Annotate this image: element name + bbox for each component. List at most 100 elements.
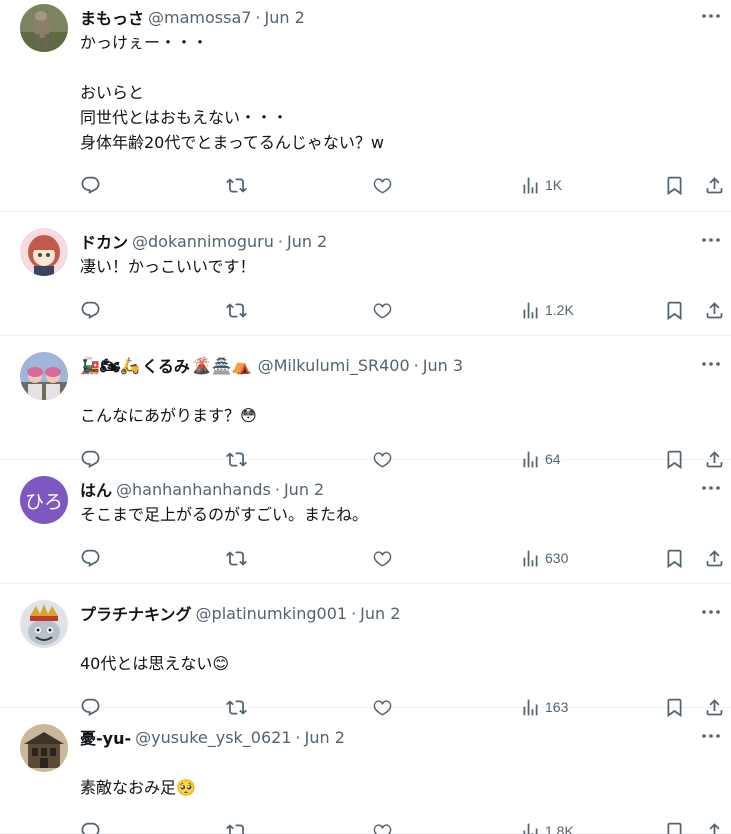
views-count: 1K [545,177,563,193]
share-button[interactable] [704,173,725,197]
tweet-text: 凄い！かっこいいです！ [80,257,256,276]
tweet-date[interactable]: Jun 2 [360,604,400,623]
bookmark-icon [667,549,682,568]
action-bar: 1.8K [80,819,731,834]
tweet-date[interactable]: Jun 2 [305,728,345,747]
views-chart-icon [523,550,538,566]
retweet-button[interactable] [226,298,247,322]
views-chart-icon [523,177,538,193]
views-chart-icon [523,823,538,834]
like-button[interactable] [372,298,393,322]
tweet-item[interactable]: 🚂🏍🛵 くるみ 🌋🏯⛺ @Milkulumi_SR400 · Jun 3 こんな… [0,336,731,469]
tweet-date[interactable]: Jun 2 [287,232,327,251]
tweet-item[interactable]: まもっさ @mamossa7 · Jun 2 かっけぇー・・・ おいらと 同世代… [0,0,731,212]
tweet-item[interactable]: 憂-yu- @yusuke_ysk_0621 · Jun 2 素敵なおみ足🥺 1… [0,708,731,834]
reply-button[interactable] [80,298,101,322]
retweet-button[interactable] [226,546,247,570]
author-handle[interactable]: @yusuke_ysk_0621 [135,728,291,747]
reply-button[interactable] [80,819,101,834]
tweet-date[interactable]: Jun 2 [265,8,305,27]
author-handle[interactable]: @platinumking001 [196,604,348,623]
share-button[interactable] [704,819,725,834]
tweet-date[interactable]: Jun 2 [284,480,324,499]
author-handle[interactable]: @Milkulumi_SR400 [258,356,410,375]
heart-icon [373,302,392,318]
views-count: 630 [545,550,569,566]
action-bar: 630 [80,546,731,570]
reply-icon [81,822,100,834]
more-options-icon[interactable] [697,602,725,622]
bookmark-button[interactable] [664,298,685,322]
reply-button[interactable] [80,546,101,570]
tweet-text: 素敵なおみ足 [80,778,177,797]
flushed-face-emoji: 😳 [240,406,257,425]
avatar[interactable] [20,352,68,400]
share-button[interactable] [704,298,725,322]
retweet-icon [226,823,247,834]
more-options-icon[interactable] [697,726,725,746]
like-button[interactable] [372,819,393,834]
heart-icon [373,177,392,193]
author-name[interactable]: プラチナキング [80,601,192,625]
views-count: 1.2K [545,302,574,318]
avatar[interactable] [20,4,68,52]
reply-icon [81,301,100,319]
views-button[interactable]: 1K [520,173,562,197]
like-button[interactable] [372,173,393,197]
author-name-emoji: 🌋🏯⛺ [191,355,252,375]
bookmark-button[interactable] [664,819,685,834]
retweet-icon [226,177,247,193]
views-chart-icon [523,302,538,318]
tweet-item[interactable]: ドカン @dokannimoguru · Jun 2 凄い！かっこいいです！ 1… [0,212,731,336]
bookmark-icon [667,822,682,834]
retweet-button[interactable] [226,819,247,834]
action-bar: 1K [80,173,731,197]
share-icon [706,822,723,834]
author-handle[interactable]: @hanhanhanhands [116,480,271,499]
avatar-initials: ひろ [24,490,63,513]
avatar[interactable] [20,600,68,648]
reply-icon [81,549,100,567]
share-button[interactable] [704,546,725,570]
like-button[interactable] [372,546,393,570]
views-count: 1.8K [545,823,574,834]
more-options-icon[interactable] [697,478,725,498]
share-icon [706,549,723,566]
share-icon [706,301,723,318]
retweet-icon [226,302,247,318]
heart-icon [373,550,392,566]
more-options-icon[interactable] [697,354,725,374]
views-button[interactable]: 1.8K [520,819,574,834]
tweet-item[interactable]: ひろ はん @hanhanhanhands · Jun 2 そこまで足上がるのが… [0,460,731,584]
more-options-icon[interactable] [697,230,725,250]
author-handle[interactable]: @dokannimoguru [132,232,274,251]
avatar[interactable]: ひろ [20,476,68,524]
author-name[interactable]: くるみ [142,353,190,377]
tweet-item[interactable]: プラチナキング @platinumking001 · Jun 2 40代とは思え… [0,584,731,717]
heart-icon [373,823,392,834]
author-name-emoji: 🚂🏍🛵 [80,355,141,375]
tweet-date[interactable]: Jun 3 [423,356,463,375]
tweet-text: こんなにあがります？ [80,406,241,425]
more-options-icon[interactable] [697,6,725,26]
author-name[interactable]: まもっさ [80,5,144,29]
pleading-face-emoji: 🥺 [176,778,196,797]
avatar[interactable] [20,724,68,772]
tweet-text: かっけぇー・・・ おいらと 同世代とはおもえない・・・ 身体年齢20代でとまって… [80,33,385,152]
bookmark-button[interactable] [664,546,685,570]
views-button[interactable]: 630 [520,546,568,570]
tweet-text: 40代とは思えない [80,654,213,673]
retweet-icon [226,550,247,566]
author-name[interactable]: ドカン [80,229,128,253]
share-icon [706,176,723,193]
avatar[interactable] [20,228,68,276]
author-name[interactable]: はん [80,477,112,501]
reply-button[interactable] [80,173,101,197]
views-button[interactable]: 1.2K [520,298,574,322]
author-handle[interactable]: @mamossa7 [148,8,251,27]
author-name[interactable]: 憂-yu- [80,725,131,749]
bookmark-button[interactable] [664,173,685,197]
retweet-button[interactable] [226,173,247,197]
smiling-face-emoji: 😊 [212,654,230,673]
bookmark-icon [667,176,682,195]
